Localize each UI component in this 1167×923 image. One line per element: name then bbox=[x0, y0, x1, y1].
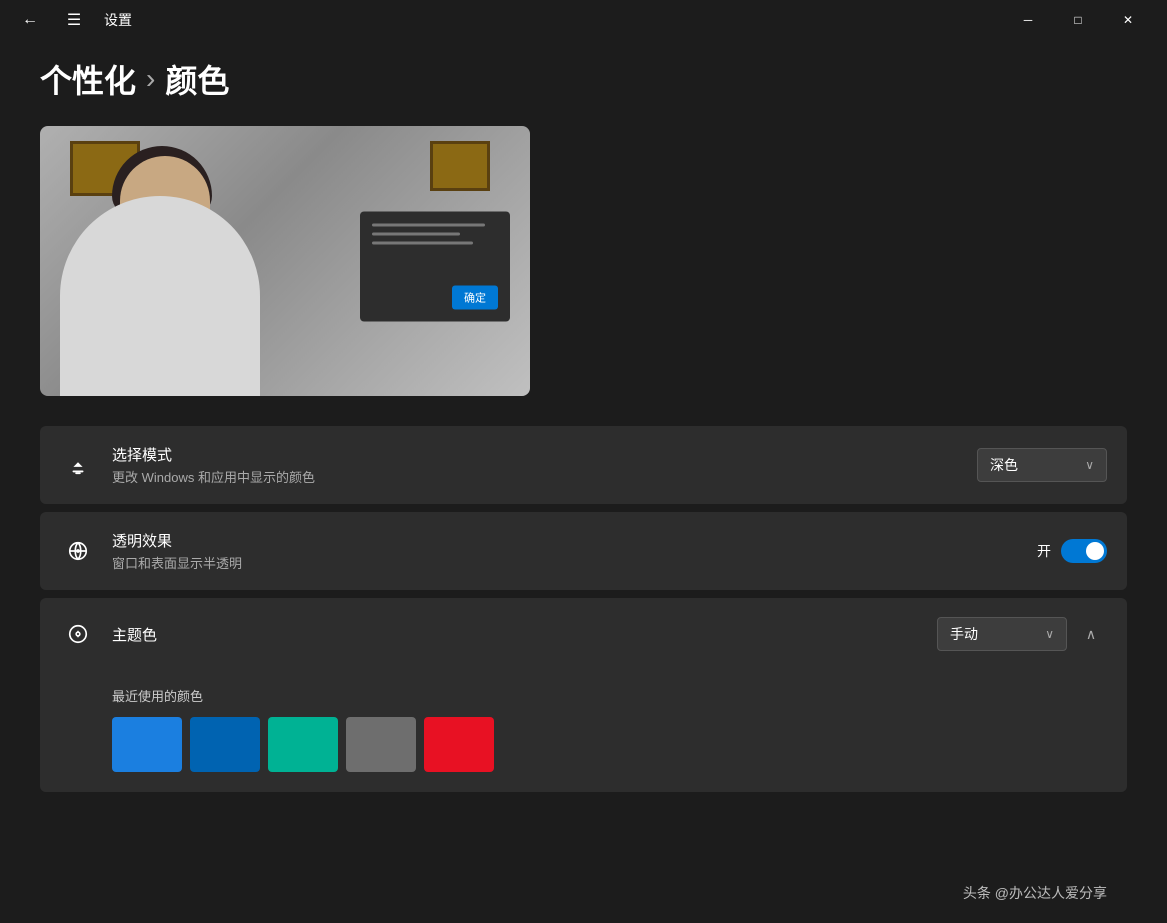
minimize-button[interactable]: ─ bbox=[1005, 4, 1051, 36]
breadcrumb-separator: › bbox=[146, 63, 155, 95]
mode-text: 选择模式 更改 Windows 和应用中显示的颜色 bbox=[112, 444, 977, 486]
close-button[interactable]: ✕ bbox=[1105, 4, 1151, 36]
toggle-knob bbox=[1086, 542, 1104, 560]
theme-color-expanded: 最近使用的颜色 bbox=[40, 670, 1127, 792]
recent-colors-label: 最近使用的颜色 bbox=[112, 686, 1107, 705]
preview-background: 确定 bbox=[40, 126, 530, 396]
mode-dropdown-arrow: ∨ bbox=[1085, 458, 1094, 472]
theme-color-control: 手动 ∨ ∧ bbox=[937, 617, 1107, 651]
transparency-title: 透明效果 bbox=[112, 530, 1037, 551]
mode-icon bbox=[60, 447, 96, 483]
dialog-line-1 bbox=[372, 224, 485, 227]
breadcrumb-current: 颜色 bbox=[165, 56, 229, 102]
page-heading: 个性化 › 颜色 bbox=[0, 40, 1167, 126]
transparency-control: 开 bbox=[1037, 539, 1107, 563]
transparency-setting-row: 透明效果 窗口和表面显示半透明 开 bbox=[40, 512, 1127, 590]
preview-person bbox=[40, 126, 324, 396]
mode-dropdown-label: 深色 bbox=[990, 455, 1018, 475]
transparency-text: 透明效果 窗口和表面显示半透明 bbox=[112, 530, 1037, 572]
color-swatch-3[interactable] bbox=[346, 717, 416, 772]
color-swatch-4[interactable] bbox=[424, 717, 494, 772]
window-title: 设置 bbox=[104, 10, 132, 30]
theme-color-icon bbox=[60, 616, 96, 652]
mode-setting-row: 选择模式 更改 Windows 和应用中显示的颜色 深色 ∨ bbox=[40, 426, 1127, 504]
theme-color-row: 主题色 手动 ∨ ∧ bbox=[40, 598, 1127, 670]
title-bar: ← ☰ 设置 ─ □ ✕ bbox=[0, 0, 1167, 40]
theme-color-dropdown[interactable]: 手动 ∨ bbox=[937, 617, 1067, 651]
theme-color-title: 主题色 bbox=[112, 624, 937, 645]
watermark: 头条 @办公达人爱分享 bbox=[963, 883, 1107, 903]
color-swatch-0[interactable] bbox=[112, 717, 182, 772]
dialog-lines bbox=[372, 224, 498, 245]
mode-dropdown[interactable]: 深色 ∨ bbox=[977, 448, 1107, 482]
transparency-desc: 窗口和表面显示半透明 bbox=[112, 553, 1037, 572]
person-body bbox=[60, 196, 260, 396]
theme-color-dropdown-label: 手动 bbox=[950, 624, 978, 644]
window-controls: ─ □ ✕ bbox=[1005, 4, 1151, 36]
theme-color-expand-button[interactable]: ∧ bbox=[1075, 618, 1107, 650]
mode-desc: 更改 Windows 和应用中显示的颜色 bbox=[112, 467, 977, 486]
breadcrumb-parent: 个性化 bbox=[40, 56, 136, 102]
settings-section: 选择模式 更改 Windows 和应用中显示的颜色 深色 ∨ 透明效果 窗口和表… bbox=[40, 426, 1127, 792]
wall-frame-right bbox=[430, 141, 490, 191]
theme-color-dropdown-arrow: ∨ bbox=[1045, 627, 1054, 641]
preview-dialog: 确定 bbox=[360, 212, 510, 322]
color-swatches bbox=[112, 717, 1107, 772]
back-button[interactable]: ← bbox=[16, 6, 44, 34]
theme-color-text: 主题色 bbox=[112, 624, 937, 645]
toggle-label: 开 bbox=[1037, 541, 1051, 561]
transparency-toggle[interactable] bbox=[1061, 539, 1107, 563]
preview-container: 确定 bbox=[40, 126, 530, 396]
color-swatch-2[interactable] bbox=[268, 717, 338, 772]
dialog-ok-button[interactable]: 确定 bbox=[452, 286, 498, 310]
dialog-line-3 bbox=[372, 242, 473, 245]
mode-title: 选择模式 bbox=[112, 444, 977, 465]
transparency-icon bbox=[60, 533, 96, 569]
maximize-button[interactable]: □ bbox=[1055, 4, 1101, 36]
title-bar-left: ← ☰ 设置 bbox=[16, 6, 132, 34]
mode-control: 深色 ∨ bbox=[977, 448, 1107, 482]
dialog-line-2 bbox=[372, 233, 460, 236]
dialog-button-row: 确定 bbox=[372, 286, 498, 310]
menu-button[interactable]: ☰ bbox=[60, 6, 88, 34]
color-swatch-1[interactable] bbox=[190, 717, 260, 772]
